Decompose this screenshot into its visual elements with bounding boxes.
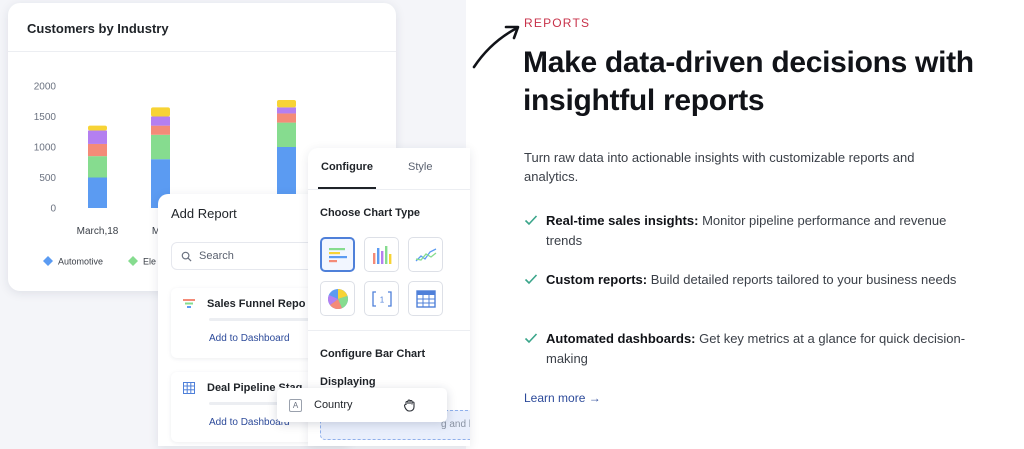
- y-tick-label: 2000: [34, 82, 57, 93]
- chart-type-vertical-bar[interactable]: [364, 237, 399, 272]
- bar-segment: [88, 143, 107, 157]
- country-field-label: Country: [314, 399, 353, 411]
- vertical-bar-chart-icon: [372, 245, 391, 264]
- bar-segment: [151, 134, 170, 160]
- displaying-label: Displaying: [320, 376, 376, 388]
- feature-title: Automated dashboards:: [546, 331, 696, 346]
- table-grid-icon: [415, 289, 436, 308]
- bar-segment: [277, 100, 296, 108]
- search-icon: [181, 251, 192, 262]
- bar-segment: [277, 107, 296, 114]
- report-item-label: Sales Funnel Repo: [207, 298, 306, 310]
- configure-bar-chart-heading: Configure Bar Chart: [320, 348, 426, 360]
- config-tabs: Configure Style: [308, 148, 470, 190]
- add-report-title: Add Report: [171, 206, 237, 221]
- active-tab-indicator: [318, 187, 376, 189]
- bracket-number-icon: 1: [371, 290, 392, 307]
- feature-description: Build detailed reports tailored to your …: [650, 272, 957, 287]
- horizontal-bar-chart-icon: [328, 247, 347, 262]
- choose-chart-type-heading: Choose Chart Type: [320, 207, 421, 219]
- legend-marker: [43, 256, 53, 266]
- line-chart-icon: [415, 247, 436, 261]
- intro-paragraph: Turn raw data into actionable insights w…: [524, 150, 915, 184]
- page-headline: Make data-driven decisions with insightf…: [523, 46, 974, 117]
- chart-type-table[interactable]: [408, 281, 443, 316]
- feature-item: Custom reports: Build detailed reports t…: [524, 270, 984, 290]
- pointer-arrow-icon: [472, 25, 520, 69]
- feature-item: Real-time sales insights: Monitor pipeli…: [524, 211, 984, 251]
- bar-segment: [277, 122, 296, 147]
- check-icon: [524, 333, 538, 344]
- country-field-chip[interactable]: A Country: [277, 388, 447, 422]
- legend-label: Automotive: [58, 257, 103, 267]
- search-placeholder: Search: [199, 250, 234, 262]
- chart-type-pie[interactable]: [320, 281, 355, 316]
- tab-style[interactable]: Style: [408, 161, 432, 173]
- add-to-dashboard-link[interactable]: Add to Dashboard: [209, 333, 290, 344]
- chart-type-metric[interactable]: 1: [364, 281, 399, 316]
- text-field-type-icon: A: [289, 398, 302, 412]
- chart-type-horizontal-bar[interactable]: [320, 237, 355, 272]
- y-tick-label: 0: [50, 204, 56, 215]
- bar-segment: [277, 113, 296, 123]
- svg-text:1: 1: [379, 295, 384, 304]
- grab-hand-icon: [403, 399, 415, 412]
- y-tick-label: 500: [39, 173, 56, 184]
- bar-segment: [151, 107, 170, 117]
- pie-chart-icon: [327, 288, 348, 309]
- config-divider: [308, 330, 470, 331]
- feature-title: Real-time sales insights:: [546, 213, 699, 228]
- report-item-placeholder-bar: [209, 318, 309, 321]
- check-icon: [524, 215, 538, 226]
- table-icon: [183, 382, 195, 394]
- section-eyebrow: REPORTS: [524, 16, 591, 30]
- x-tick-label: March,18: [77, 226, 119, 237]
- feature-title: Custom reports:: [546, 272, 648, 287]
- learn-more-link[interactable]: Learn more →: [524, 391, 601, 405]
- legend-marker: [128, 256, 138, 266]
- feature-item: Automated dashboards: Get key metrics at…: [524, 329, 984, 369]
- bar-segment: [151, 116, 170, 126]
- bar-segment: [151, 125, 170, 135]
- bar-segment: [88, 130, 107, 144]
- y-tick-label: 1500: [34, 112, 57, 123]
- check-icon: [524, 274, 538, 285]
- y-tick-label: 1000: [34, 143, 57, 154]
- funnel-icon: [183, 299, 195, 308]
- bar-segment: [88, 125, 107, 131]
- tab-configure[interactable]: Configure: [321, 161, 373, 173]
- bar-segment: [88, 177, 107, 208]
- chart-type-line[interactable]: [408, 237, 443, 272]
- legend-label: Ele: [143, 257, 156, 267]
- bar-segment: [88, 156, 107, 178]
